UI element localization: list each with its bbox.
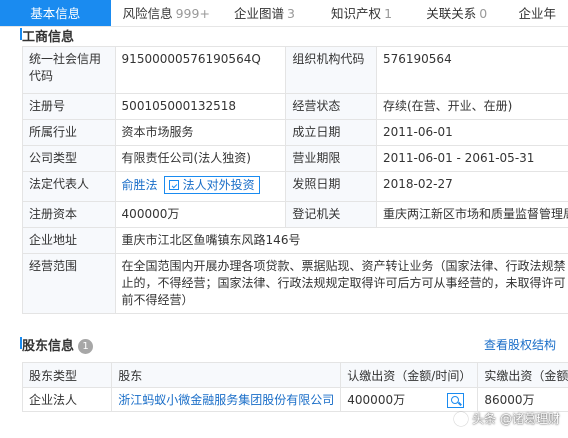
scope-value: 在全国范围内开展办理各项贷款、票据贴现、资产转让业务（国家法律、行政法规禁止的，…	[114, 253, 568, 314]
investment-button-label: 法人对外投资	[182, 178, 255, 192]
column-header: 实缴出资（金额/	[477, 362, 568, 388]
shareholders-title: 股东信息	[22, 339, 75, 354]
company-type-label: 公司类型	[22, 145, 116, 172]
subscribed-capital-cell: 400000万	[340, 387, 479, 412]
watermark-text: 头条 @诸葛理财	[472, 412, 560, 426]
capital-label: 注册资本	[22, 201, 116, 228]
tab-count: 3	[286, 6, 295, 21]
shareholders-title-row: 股东信息 1	[22, 335, 94, 354]
tab-label: 基本信息	[30, 6, 81, 21]
tab-label: 风险信息	[122, 6, 173, 21]
tab-bar: 基本信息 风险信息 999+ 企业图谱 3 知识产权 1 关联关系 0 企业年	[0, 0, 568, 27]
watermark: 头条 @诸葛理财	[454, 410, 560, 427]
authority-label: 登记机关	[285, 201, 377, 228]
reg-no-label: 注册号	[22, 93, 116, 120]
license-date-value: 2018-02-27	[375, 171, 568, 202]
license-date-label: 发照日期	[285, 171, 377, 202]
term-label: 营业期限	[285, 145, 377, 172]
tab-count: 999+	[175, 6, 210, 21]
tab-count: 1	[384, 6, 393, 21]
status-label: 经营状态	[285, 93, 377, 120]
external-link-icon	[168, 180, 179, 190]
tab-enterprise-graph[interactable]: 企业图谱 3	[222, 0, 319, 26]
industry-value: 资本市场服务	[114, 119, 287, 146]
view-equity-structure-link[interactable]: 查看股权结构	[484, 336, 556, 353]
legal-rep-cell: 俞胜法 法人对外投资	[114, 171, 287, 202]
term-value: 2011-06-01 - 2061-05-31	[375, 145, 568, 172]
shareholder-name-cell: 浙江蚂蚁小微金融服务集团股份有限公司	[111, 387, 342, 412]
address-label: 企业地址	[22, 227, 116, 254]
scope-label: 经营范围	[22, 253, 116, 314]
watermark-logo-icon	[454, 411, 469, 426]
tab-annual-report[interactable]: 企业年	[507, 0, 568, 26]
tab-basic-info[interactable]: 基本信息	[0, 0, 111, 26]
industry-label: 所属行业	[22, 119, 116, 146]
business-info-title: 工商信息	[22, 30, 75, 45]
tab-related-parties[interactable]: 关联关系 0	[414, 0, 506, 26]
business-info-table: 统一社会信用代码 91500000576190564Q 组织机构代码 57619…	[22, 46, 568, 314]
column-header: 股东	[111, 362, 342, 388]
credit-code-label: 统一社会信用代码	[22, 46, 116, 94]
status-value: 存续(在营、开业、在册)	[375, 93, 568, 120]
column-header: 股东类型	[21, 362, 113, 388]
founded-label: 成立日期	[285, 119, 377, 146]
company-type-value: 有限责任公司(法人独资)	[114, 145, 287, 172]
table-row: 企业法人 浙江蚂蚁小微金融服务集团股份有限公司 400000万 86000万	[21, 387, 568, 412]
tab-count: 0	[479, 6, 488, 21]
legal-rep-label: 法定代表人	[22, 171, 116, 202]
shareholders-table: 股东类型 股东 认缴出资（金额/时间） 实缴出资（金额/ 企业法人 浙江蚂蚁小微…	[21, 362, 568, 412]
tab-intellectual-property[interactable]: 知识产权 1	[319, 0, 414, 26]
tab-risk-info[interactable]: 风险信息 999+	[111, 0, 222, 26]
search-icon[interactable]	[447, 393, 465, 408]
legal-rep-investment-button[interactable]: 法人对外投资	[163, 176, 260, 194]
shareholder-type: 企业法人	[21, 387, 113, 412]
tab-label: 关联关系	[426, 6, 477, 21]
credit-code-value: 91500000576190564Q	[114, 46, 287, 94]
tab-label: 知识产权	[331, 6, 382, 21]
founded-value: 2011-06-01	[375, 119, 568, 146]
org-code-label: 组织机构代码	[285, 46, 377, 94]
tab-label: 企业年	[518, 6, 557, 21]
paid-capital: 86000万	[477, 387, 568, 412]
shareholder-name-link[interactable]: 浙江蚂蚁小微金融服务集团股份有限公司	[118, 393, 334, 407]
reg-no-value: 500105000132518	[114, 93, 287, 120]
authority-value: 重庆两江新区市场和质量监督管理局	[375, 201, 568, 228]
capital-value: 400000万	[114, 201, 287, 228]
shareholder-count-badge: 1	[78, 339, 94, 354]
org-code-value: 576190564	[375, 46, 568, 94]
legal-rep-link[interactable]: 俞胜法	[122, 178, 158, 192]
column-header: 认缴出资（金额/时间）	[340, 362, 479, 388]
table-header-row: 股东类型 股东 认缴出资（金额/时间） 实缴出资（金额/	[21, 362, 568, 388]
tab-label: 企业图谱	[233, 6, 284, 21]
address-value: 重庆市江北区鱼嘴镇东风路146号	[114, 227, 568, 254]
subscribed-capital: 400000万	[347, 393, 406, 407]
